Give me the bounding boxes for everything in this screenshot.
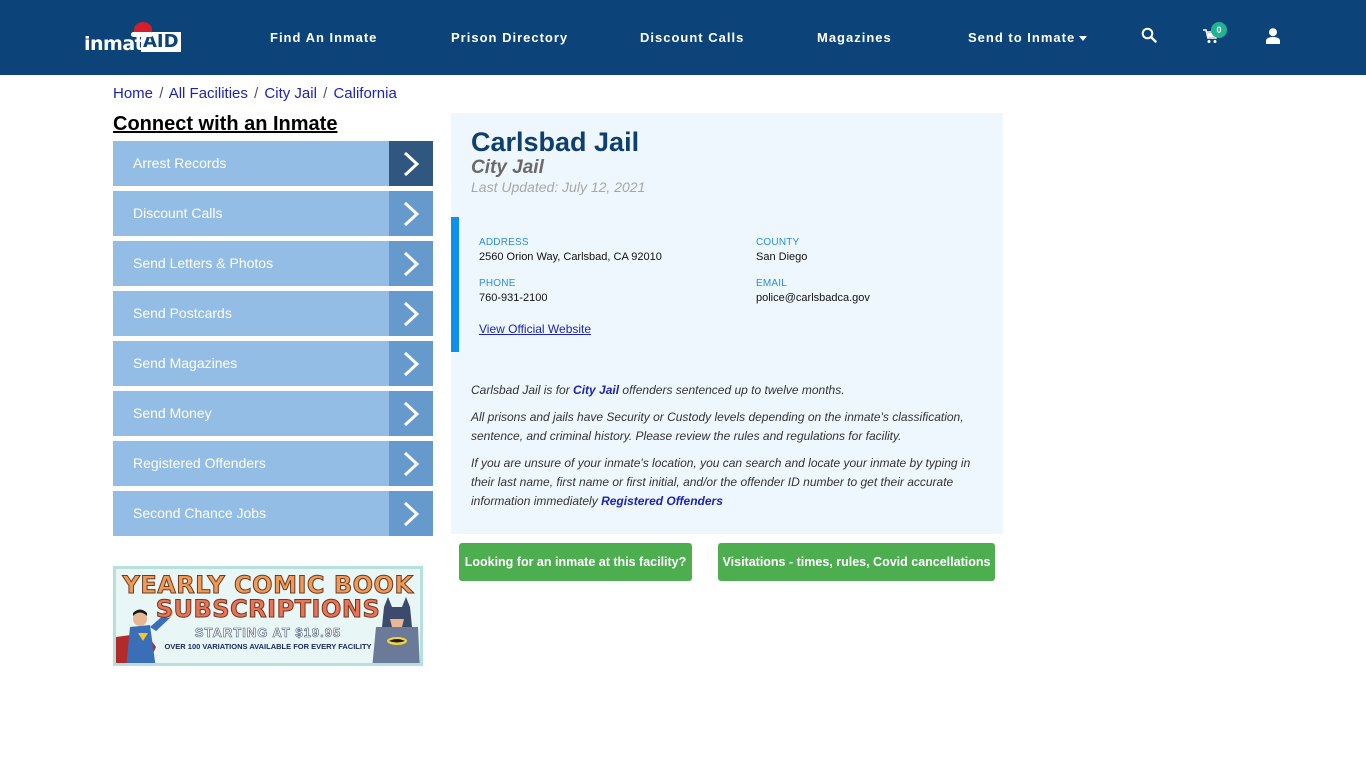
registered-offenders-link[interactable]: Registered Offenders bbox=[601, 494, 723, 508]
chevron-right-icon bbox=[389, 141, 433, 186]
sidebar-item-registered-offenders[interactable]: Registered Offenders bbox=[113, 441, 433, 486]
chevron-right-icon bbox=[389, 491, 433, 536]
chevron-right-icon bbox=[389, 191, 433, 236]
chevron-right-icon bbox=[389, 441, 433, 486]
last-updated: Last Updated: July 12, 2021 bbox=[471, 179, 646, 195]
sidebar-item-send-postcards[interactable]: Send Postcards bbox=[113, 291, 433, 336]
county-value: San Diego bbox=[756, 251, 808, 263]
sidebar-item-label: Send Money bbox=[133, 405, 212, 421]
nav-magazines[interactable]: Magazines bbox=[817, 30, 892, 45]
nav-find-an-inmate[interactable]: Find An Inmate bbox=[270, 30, 377, 45]
description-paragraph: All prisons and jails have Security or C… bbox=[471, 410, 964, 443]
description-paragraph: Carlsbad Jail is for City Jail offenders… bbox=[471, 381, 981, 400]
sidebar-item-send-magazines[interactable]: Send Magazines bbox=[113, 341, 433, 386]
email-value: police@carlsbadca.gov bbox=[756, 292, 870, 304]
breadcrumb-separator: / bbox=[323, 85, 328, 102]
cart-count-badge: 0 bbox=[1211, 22, 1227, 38]
top-navigation-bar: inmate AID Find An Inmate Prison Directo… bbox=[0, 0, 1366, 75]
sidebar-menu: Arrest Records Discount Calls Send Lette… bbox=[113, 141, 433, 541]
facility-contact-info: ADDRESS 2560 Orion Way, Carlsbad, CA 920… bbox=[451, 217, 1003, 352]
promo-price: STARTING AT $19.95 bbox=[194, 625, 342, 641]
inmateaid-logo[interactable]: inmate AID bbox=[84, 22, 184, 56]
chevron-right-icon bbox=[389, 341, 433, 386]
search-icon[interactable] bbox=[1141, 27, 1157, 48]
description-paragraph: If you are unsure of your inmate's locat… bbox=[471, 454, 981, 511]
visitations-button[interactable]: Visitations - times, rules, Covid cancel… bbox=[718, 543, 995, 581]
chevron-right-icon bbox=[389, 291, 433, 336]
sidebar-item-send-letters-photos[interactable]: Send Letters & Photos bbox=[113, 241, 433, 286]
chevron-right-icon bbox=[389, 391, 433, 436]
sidebar-item-label: Registered Offenders bbox=[133, 455, 266, 471]
breadcrumb: Home / All Facilities / City Jail / Cali… bbox=[113, 85, 397, 102]
comic-subscription-banner[interactable]: YEARLY COMIC BOOK SUBSCRIPTIONS STARTING… bbox=[113, 566, 423, 666]
city-jail-link[interactable]: City Jail bbox=[573, 383, 619, 397]
phone-label: PHONE bbox=[479, 278, 516, 289]
promo-headline-2: SUBSCRIPTIONS bbox=[155, 595, 381, 623]
promo-headline-1: YEARLY COMIC BOOK bbox=[122, 571, 414, 599]
breadcrumb-california[interactable]: California bbox=[333, 85, 396, 102]
find-inmate-at-facility-button[interactable]: Looking for an inmate at this facility? bbox=[459, 543, 692, 581]
sidebar-item-arrest-records[interactable]: Arrest Records bbox=[113, 141, 433, 186]
official-website-link[interactable]: View Official Website bbox=[479, 322, 591, 336]
chevron-right-icon bbox=[389, 241, 433, 286]
facility-type: City Jail bbox=[471, 157, 544, 178]
facility-name: Carlsbad Jail bbox=[471, 127, 640, 157]
sidebar-item-discount-calls[interactable]: Discount Calls bbox=[113, 191, 433, 236]
sidebar-item-label: Send Letters & Photos bbox=[133, 255, 274, 271]
facility-description: Carlsbad Jail is for City Jail offenders… bbox=[471, 381, 981, 519]
sidebar-item-label: Send Magazines bbox=[133, 355, 238, 371]
county-label: COUNTY bbox=[756, 237, 800, 248]
description-text: Carlsbad Jail is for bbox=[471, 383, 574, 397]
caret-down-icon bbox=[1079, 36, 1088, 42]
nav-prison-directory[interactable]: Prison Directory bbox=[451, 30, 568, 45]
nav-send-to-inmate-label: Send to Inmate bbox=[968, 30, 1076, 45]
email-label: EMAIL bbox=[756, 278, 788, 289]
address-value: 2560 Orion Way, Carlsbad, CA 92010 bbox=[479, 251, 662, 263]
sidebar-item-second-chance-jobs[interactable]: Second Chance Jobs bbox=[113, 491, 433, 536]
sidebar-item-send-money[interactable]: Send Money bbox=[113, 391, 433, 436]
nav-discount-calls[interactable]: Discount Calls bbox=[640, 30, 744, 45]
breadcrumb-separator: / bbox=[159, 85, 164, 102]
description-text: offenders sentenced up to twelve months. bbox=[619, 383, 845, 397]
phone-value: 760-931-2100 bbox=[479, 292, 548, 304]
breadcrumb-separator: / bbox=[254, 85, 259, 102]
sidebar-item-label: Second Chance Jobs bbox=[133, 505, 267, 521]
promo-subtext: OVER 100 VARIATIONS AVAILABLE FOR EVERY … bbox=[164, 642, 372, 651]
breadcrumb-home[interactable]: Home bbox=[113, 85, 153, 102]
breadcrumb-all-facilities[interactable]: All Facilities bbox=[169, 85, 248, 102]
sidebar-item-label: Send Postcards bbox=[133, 305, 232, 321]
sidebar-title: Connect with an Inmate bbox=[113, 113, 338, 135]
user-icon[interactable] bbox=[1266, 28, 1280, 49]
address-label: ADDRESS bbox=[479, 237, 529, 248]
facility-card: Carlsbad Jail City Jail Last Updated: Ju… bbox=[451, 113, 1003, 534]
nav-send-to-inmate[interactable]: Send to Inmate bbox=[968, 30, 1088, 45]
sidebar-item-label: Discount Calls bbox=[133, 205, 223, 221]
santa-hat-brim-icon bbox=[131, 32, 153, 37]
breadcrumb-city-jail[interactable]: City Jail bbox=[264, 85, 317, 102]
sidebar-item-label: Arrest Records bbox=[133, 155, 227, 171]
